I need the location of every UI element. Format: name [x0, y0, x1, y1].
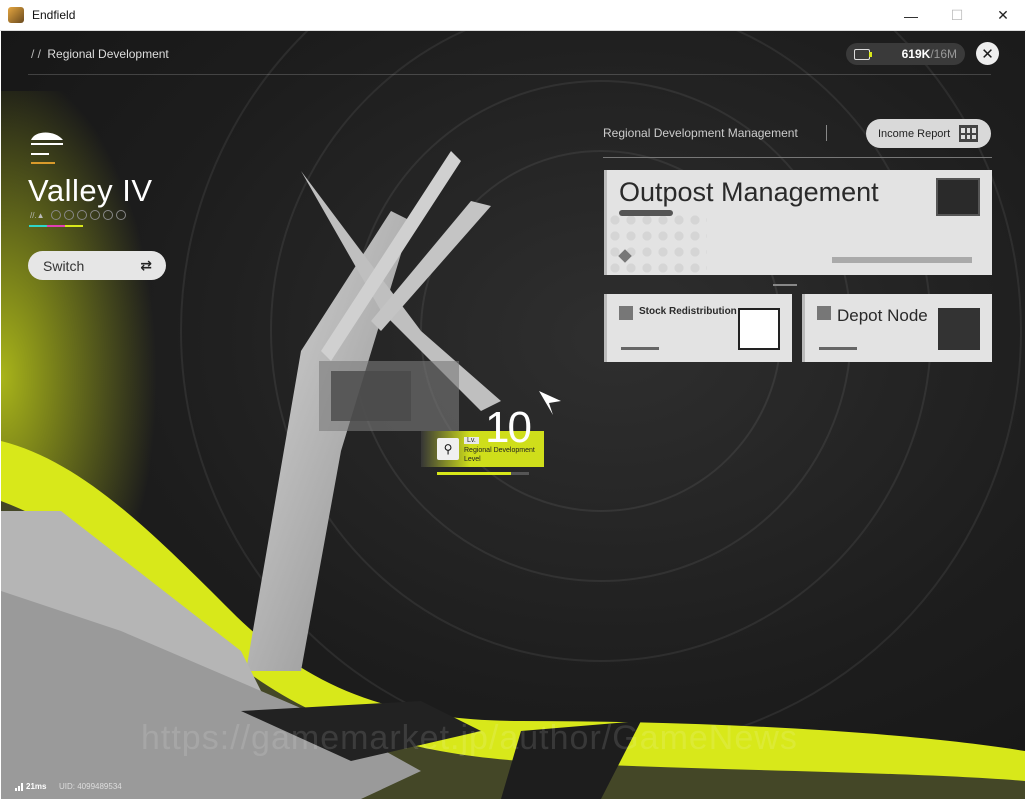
stock-small-icon	[619, 306, 633, 320]
breadcrumb-label: Regional Development	[47, 47, 169, 61]
region-name: Valley IV	[28, 173, 153, 208]
card-pattern	[607, 212, 707, 274]
depot-node-icon	[938, 308, 980, 350]
maximize-button[interactable]: ☐	[934, 0, 980, 31]
calendar-icon	[959, 125, 978, 142]
switch-icon: ⇄	[140, 257, 152, 273]
region-rank-dots: //.▲	[30, 210, 126, 220]
rank-dot	[50, 210, 61, 220]
cards-divider	[773, 284, 797, 286]
level-progress-bar	[437, 472, 529, 475]
switch-label: Switch	[43, 257, 85, 274]
signal-icon	[15, 782, 23, 791]
minimize-button[interactable]: —	[888, 0, 934, 31]
region-emblem-icon	[31, 132, 63, 164]
currency-value: 619K	[901, 47, 931, 61]
outpost-management-title: Outpost Management	[619, 177, 879, 207]
window-controls: — ☐ ✕	[888, 0, 1026, 31]
search-icon[interactable]: ⚲	[437, 438, 459, 460]
region-dots-prefix: //.▲	[30, 210, 45, 220]
outpost-progress-strip	[832, 257, 972, 263]
switch-region-button[interactable]: Switch ⇄	[28, 251, 166, 280]
income-report-button[interactable]: Income Report	[866, 119, 991, 148]
level-progress-fill	[437, 472, 511, 475]
level-label: Lv.	[464, 437, 479, 444]
game-viewport: / / Regional Development 619K /16M ✕ Val…	[1, 31, 1025, 799]
rank-dot	[102, 210, 113, 220]
header-divider	[28, 74, 991, 75]
breadcrumb-slashes: / /	[31, 47, 42, 61]
network-ping: 21ms	[15, 782, 46, 791]
stock-code-strip	[621, 347, 659, 350]
outpost-subtitle-pill	[619, 210, 673, 216]
panel-divider	[603, 157, 992, 158]
user-id: UID: 4099489534	[59, 782, 122, 791]
ping-value: 21ms	[26, 782, 47, 791]
depot-node-title: Depot Node	[837, 306, 928, 325]
rank-dot	[89, 210, 100, 220]
outpost-management-card[interactable]: Outpost Management	[604, 170, 992, 275]
outpost-icon	[936, 178, 980, 216]
window-titlebar: Endfield — ☐ ✕	[0, 0, 1026, 31]
stock-redistribution-icon	[738, 308, 780, 350]
level-value: 10	[485, 403, 532, 452]
battery-icon	[854, 48, 872, 60]
stock-redistribution-card[interactable]: Stock Redistribution	[604, 294, 792, 362]
close-menu-button[interactable]: ✕	[976, 42, 999, 65]
window-title: Endfield	[32, 8, 76, 22]
watermark: https://gamemarket.jp/author/GameNews	[141, 719, 798, 757]
income-report-label: Income Report	[878, 127, 951, 140]
depot-small-icon	[817, 306, 831, 320]
depot-node-card[interactable]: Depot Node	[802, 294, 992, 362]
depot-code-strip	[819, 347, 857, 350]
currency-counter[interactable]: 619K /16M	[846, 43, 965, 65]
panel-title-separator	[826, 125, 827, 141]
rank-dot	[115, 210, 126, 220]
stock-redistribution-title: Stock Redistribution	[639, 306, 737, 317]
rank-dot	[76, 210, 87, 220]
currency-max: /16M	[930, 47, 957, 61]
rank-dot	[63, 210, 74, 220]
panel-title: Regional Development Management	[603, 126, 798, 140]
breadcrumb[interactable]: / / Regional Development	[31, 47, 169, 61]
window-close-button[interactable]: ✕	[980, 0, 1026, 31]
region-color-bar	[29, 225, 83, 227]
app-icon	[8, 7, 24, 23]
